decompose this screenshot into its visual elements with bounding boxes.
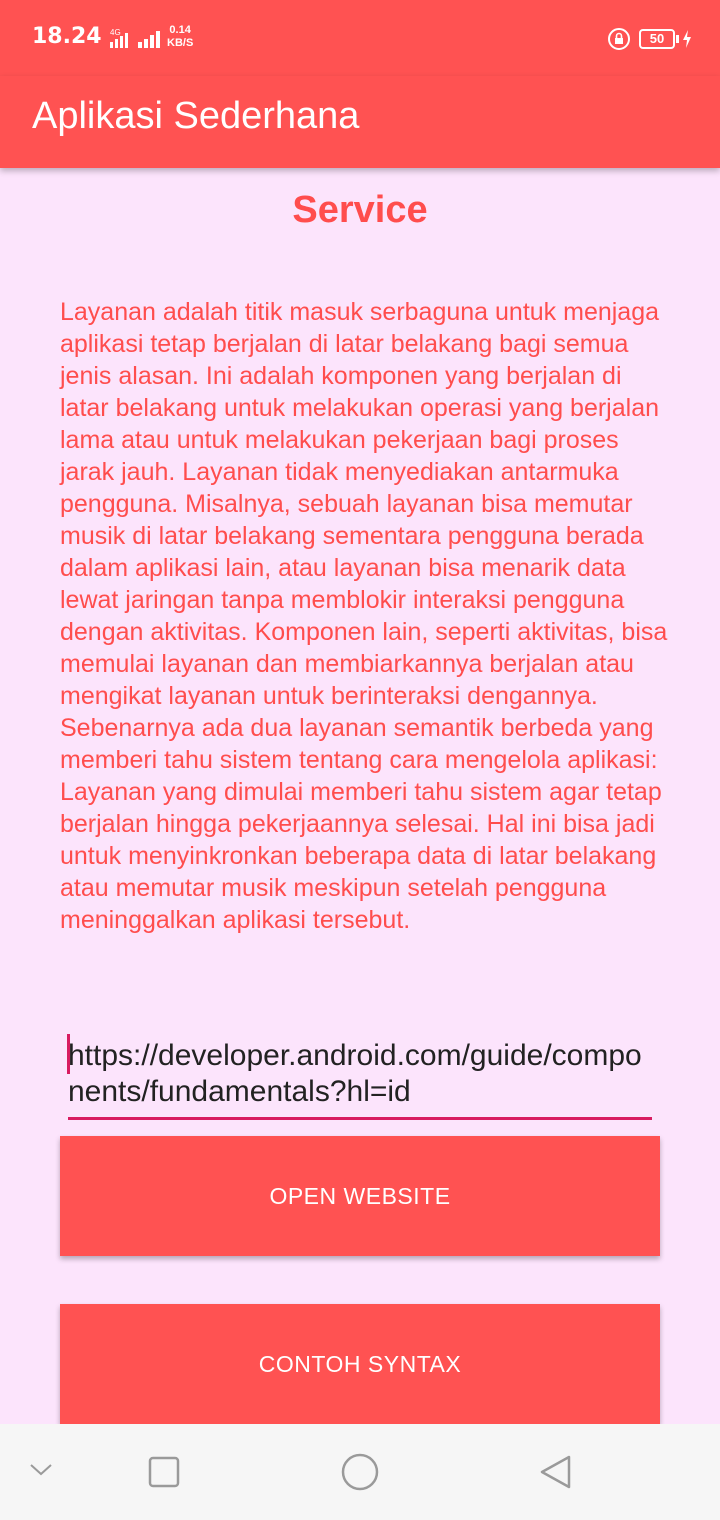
contoh-syntax-button[interactable]: CONTOH SYNTAX [60,1304,660,1424]
network-type-label: 4G [110,28,121,37]
url-input-value[interactable]: https://developer.android.com/guide/comp… [68,1038,652,1110]
status-time: 18.24 [32,24,102,49]
network-speed: 0.14 KB/S [167,24,193,50]
back-triangle-icon[interactable] [538,1454,574,1490]
main-content[interactable]: Service Layanan adalah titik masuk serba… [0,168,720,1424]
battery-cap [676,35,679,43]
rotation-lock-icon [608,28,630,50]
url-input[interactable]: https://developer.android.com/guide/comp… [67,1034,652,1120]
status-right: 50 [607,26,692,52]
app-title: Aplikasi Sederhana [32,95,360,137]
chevron-down-icon[interactable] [28,1460,54,1480]
network-speed-value: 0.14 [169,24,191,36]
system-nav-bar [0,1424,720,1520]
battery-level: 50 [649,31,665,46]
network-speed-unit: KB/S [167,37,194,49]
home-circle-icon[interactable] [340,1452,380,1492]
charging-bolt-icon [683,30,691,48]
service-description: Layanan adalah titik masuk serbaguna unt… [60,298,668,934]
recents-square-icon[interactable] [148,1456,180,1488]
battery-icon: 50 [639,29,675,49]
signal-icon: 4G [110,28,160,48]
open-website-button[interactable]: OPEN WEBSITE [60,1136,660,1256]
status-bar: 18.24 4G 0.14 KB/S 50 [0,0,720,76]
app-bar: Aplikasi Sederhana [0,76,720,168]
page-title: Service [292,189,428,231]
